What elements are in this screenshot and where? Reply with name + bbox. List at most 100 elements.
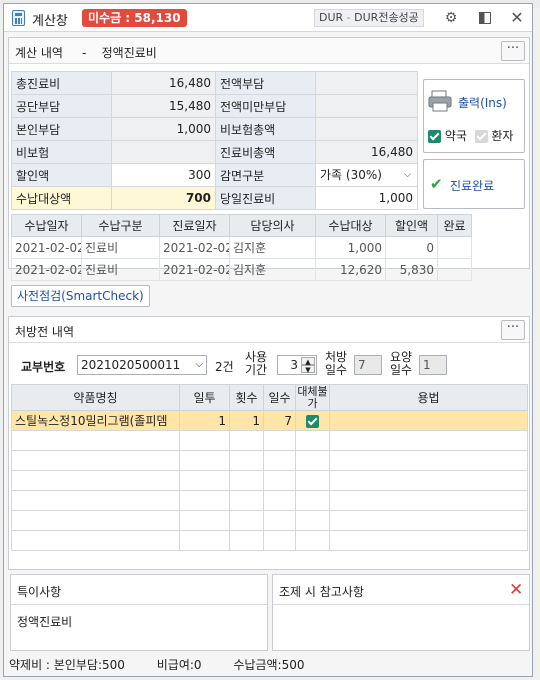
smartcheck-button[interactable]: 사전점검(SmartCheck) bbox=[11, 285, 150, 307]
use-period-label-line1: 사용 bbox=[245, 350, 268, 364]
billing-more-button[interactable]: ··· bbox=[501, 41, 525, 61]
collected-summary: 수납금액:500 bbox=[233, 658, 305, 672]
payment-column-header[interactable]: 완료 bbox=[437, 214, 472, 237]
patient-label: 환자 bbox=[491, 129, 514, 143]
unpaid-amount-badge: 미수금 : 58,130 bbox=[82, 9, 187, 27]
prescription-column-header[interactable]: 횟수 bbox=[229, 384, 264, 411]
drug-name-cell: 스틸녹스정10밀리그램(졸피뎀 bbox=[11, 410, 180, 431]
billing-summary-table: 총진료비 16,480 전액부담 공단부담 15,480 전액미만부담 본인부담 1,000 비… bbox=[11, 71, 418, 210]
prescription-more-button[interactable]: ··· bbox=[501, 320, 525, 340]
drug-fee-summary: 약제비 : 본인부담:500 bbox=[9, 658, 125, 672]
rx-days-value: 7 bbox=[358, 358, 366, 372]
care-days-label-line2: 일수 bbox=[390, 363, 413, 377]
footer-summary: 약제비 : 본인부담:500 비급여:0 수납금액:500 bbox=[9, 656, 332, 673]
billing-row: 비보험 진료비총액 16,480 bbox=[11, 140, 418, 164]
prescription-column-header[interactable]: 일수 bbox=[263, 384, 296, 411]
billing-label: 수납대상액 bbox=[11, 186, 112, 210]
close-icon[interactable]: ✕ bbox=[506, 8, 528, 28]
payment-column-header[interactable]: 할인액 bbox=[385, 214, 438, 237]
billing-row: 본인부담 1,000 비보험총액 bbox=[11, 117, 418, 141]
rx-days-label-line2: 일수 bbox=[325, 363, 348, 377]
payment-cell: 12,620 bbox=[315, 258, 386, 281]
patient-checkbox[interactable] bbox=[474, 130, 488, 143]
special-notes-text[interactable]: 정액진료비 bbox=[17, 613, 72, 630]
care-days-label: 요양 일수 bbox=[390, 351, 412, 377]
daily-dose-cell: 1 bbox=[179, 410, 230, 431]
billing-value[interactable]: 700 bbox=[111, 186, 216, 210]
care-days-field: 1 bbox=[419, 355, 447, 375]
use-period-value: 3 bbox=[290, 358, 298, 372]
no-substitute-checkbox[interactable] bbox=[306, 414, 319, 428]
payment-column-header[interactable]: 수납대상 bbox=[315, 214, 386, 237]
billing-value: 1,000 bbox=[315, 186, 418, 210]
prescription-header: 처방전 내역 ··· bbox=[9, 317, 529, 343]
prescription-title: 처방전 내역 bbox=[15, 325, 75, 339]
print-button[interactable]: 출력(Ins) bbox=[428, 90, 522, 114]
printer-icon bbox=[428, 90, 452, 112]
title-bar: 계산창 미수금 : 58,130 DUR - DUR전송성공 ⚙ ✕ bbox=[4, 4, 532, 32]
non-covered-summary: 비급여:0 bbox=[156, 658, 202, 672]
dispense-notes-header: 조제 시 참고사항 ✕ bbox=[273, 575, 529, 605]
payment-cell: 진료비 bbox=[81, 236, 160, 259]
stepper-up-icon[interactable]: ▲ bbox=[301, 357, 315, 366]
complete-button[interactable]: ✔ 진료완료 bbox=[423, 159, 525, 209]
reduction-type-box: 가족 (30%) ⌵ bbox=[320, 166, 413, 185]
prescription-column-header[interactable]: 일투 bbox=[179, 384, 230, 411]
payment-cell: 김지훈 bbox=[229, 258, 316, 281]
billing-row: 할인액 300 감면구분 가족 (30%) ⌵ bbox=[11, 163, 418, 187]
times-cell: 1 bbox=[229, 410, 264, 431]
print-target-options: 약국 환자 bbox=[428, 127, 513, 144]
billing-row: 수납대상액 700 당일진료비 1,000 bbox=[11, 186, 418, 210]
rx-days-label: 처방 일수 bbox=[325, 351, 347, 377]
prescription-row[interactable]: 스틸녹스정10밀리그램(졸피뎀 1 1 7 bbox=[11, 410, 528, 431]
pharmacy-checkbox[interactable] bbox=[428, 130, 441, 143]
special-notes-header: 특이사항 bbox=[11, 575, 267, 605]
prescription-column-header[interactable]: 대체불가 bbox=[295, 384, 330, 411]
no-substitute-cell bbox=[295, 410, 330, 431]
chevron-down-icon: ⌵ bbox=[404, 169, 411, 180]
clear-icon[interactable]: ✕ bbox=[509, 580, 523, 600]
billing-value bbox=[315, 71, 418, 95]
payment-row[interactable]: 2021-02-02 진료비 2021-02-02 김지훈 1,000 0 bbox=[11, 236, 472, 259]
billing-title: 계산 내역 - 정액진료비 bbox=[15, 46, 157, 60]
billing-label: 본인부담 bbox=[11, 117, 112, 141]
rx-days-label-line1: 처방 bbox=[325, 350, 348, 364]
reduction-type-select[interactable]: 가족 (30%) ⌵ bbox=[315, 163, 418, 187]
prescription-column-header[interactable]: 약품명칭 bbox=[11, 384, 180, 411]
restore-icon[interactable] bbox=[474, 8, 496, 28]
dur-status-text: DUR전송성공 bbox=[354, 11, 419, 24]
payment-cell: 0 bbox=[385, 236, 438, 259]
billing-value[interactable]: 300 bbox=[111, 163, 216, 187]
rx-days-field: 7 bbox=[354, 355, 382, 375]
billing-value: 16,480 bbox=[315, 140, 418, 164]
payment-column-header[interactable]: 담당의사 bbox=[229, 214, 316, 237]
complete-label: 진료완료 bbox=[450, 179, 495, 193]
settings-icon[interactable]: ⚙ bbox=[440, 8, 462, 28]
use-period-label-line2: 기간 bbox=[245, 363, 268, 377]
payment-column-header[interactable]: 수납구분 bbox=[81, 214, 160, 237]
use-period-label: 사용 기간 bbox=[245, 351, 267, 377]
payment-row[interactable]: 2021-02-02 진료비 2021-02-02 김지훈 12,620 5,830 bbox=[11, 258, 472, 281]
care-days-label-line1: 요양 bbox=[390, 350, 413, 364]
chevron-down-icon: ⌵ bbox=[195, 359, 203, 370]
billing-label: 공단부담 bbox=[11, 94, 112, 118]
use-period-stepper[interactable]: 3 ▲ ▼ bbox=[277, 355, 317, 375]
billing-label: 비보험총액 bbox=[215, 117, 316, 141]
issue-number-select[interactable]: 2021020500011 ⌵ bbox=[77, 355, 207, 375]
payment-cell: 진료비 bbox=[81, 258, 160, 281]
billing-value bbox=[315, 94, 418, 118]
pharmacy-label: 약국 bbox=[444, 129, 467, 143]
payment-column-header[interactable]: 수납일자 bbox=[11, 214, 82, 237]
stepper-down-icon[interactable]: ▼ bbox=[301, 365, 315, 374]
billing-window: 계산창 미수금 : 58,130 DUR - DUR전송성공 ⚙ ✕ 계산 내역… bbox=[3, 3, 533, 677]
payment-history-table: 수납일자 수납구분 진료일자 담당의사 수납대상 할인액 완료 2021-02-02 진료비 2… bbox=[11, 214, 472, 281]
prescription-column-header[interactable]: 용법 bbox=[329, 384, 528, 411]
check-icon: ✔ bbox=[430, 175, 443, 193]
billing-label: 감면구분 bbox=[215, 163, 316, 187]
billing-header: 계산 내역 - 정액진료비 ··· bbox=[9, 38, 529, 64]
special-notes-title: 특이사항 bbox=[17, 585, 62, 599]
payment-column-header[interactable]: 진료일자 bbox=[159, 214, 230, 237]
payment-cell: 2021-02-02 bbox=[11, 236, 82, 259]
billing-row: 공단부담 15,480 전액미만부담 bbox=[11, 94, 418, 118]
billing-value: 16,480 bbox=[111, 71, 216, 95]
